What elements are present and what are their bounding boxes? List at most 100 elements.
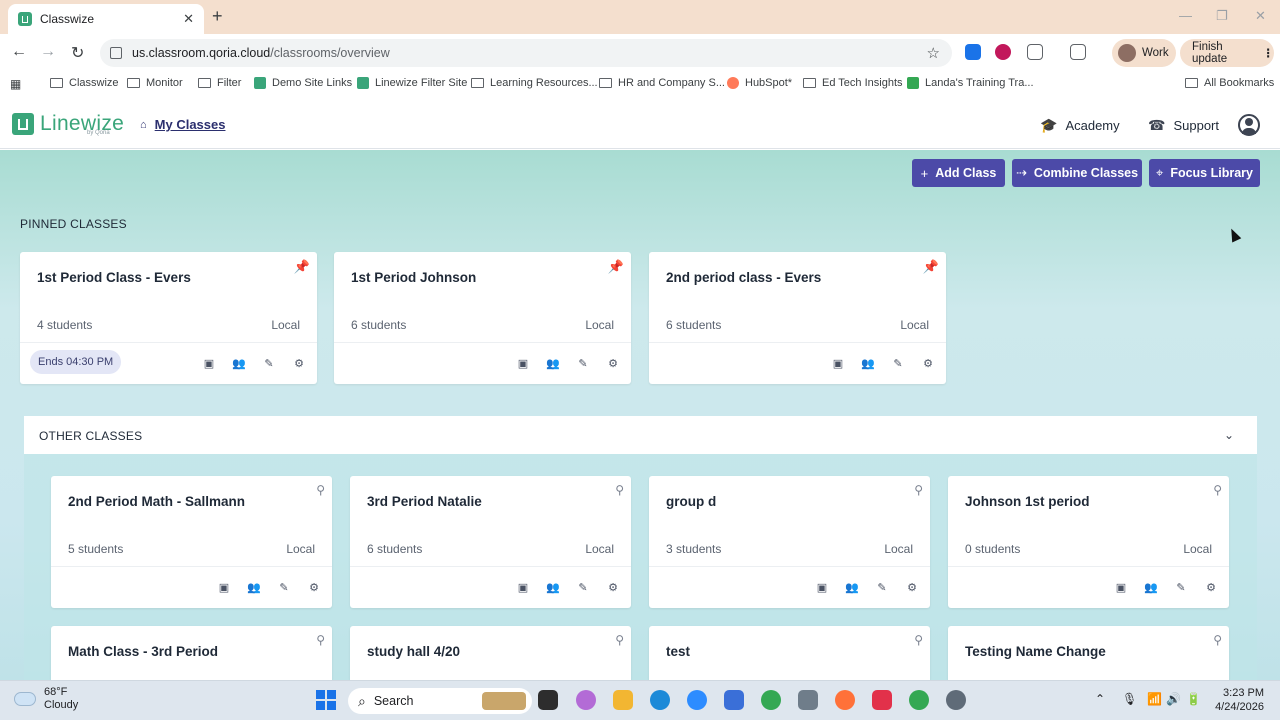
firefox-icon[interactable] (835, 690, 855, 710)
minimize-icon[interactable]: — (1179, 8, 1192, 23)
wifi-icon[interactable]: 📶 (1147, 692, 1162, 706)
gear-icon[interactable]: ⚙ (1201, 577, 1221, 597)
calendar-icon[interactable]: ▣ (1111, 577, 1131, 597)
copilot-icon[interactable] (576, 690, 596, 710)
users-icon[interactable]: 👥 (543, 353, 563, 373)
bookmark-star-icon[interactable]: ☆ (927, 44, 940, 62)
users-icon[interactable]: 👥 (842, 577, 862, 597)
unpinned-icon[interactable]: ⚲ (615, 633, 624, 647)
unpinned-icon[interactable]: ⚲ (615, 483, 624, 497)
users-icon[interactable]: 👥 (244, 577, 264, 597)
tab-search-icon[interactable] (1070, 44, 1086, 60)
edge-icon[interactable] (650, 690, 670, 710)
weather-widget[interactable]: 68°F Cloudy (14, 686, 78, 712)
edit-icon[interactable]: ✎ (573, 577, 593, 597)
pin-icon[interactable]: 📌 (608, 259, 624, 275)
academy-link[interactable]: 🎓 Academy (1040, 117, 1120, 134)
unpinned-icon[interactable]: ⚲ (1213, 483, 1222, 497)
calendar-icon[interactable]: ▣ (812, 577, 832, 597)
bookmark-hr-and-company[interactable]: HR and Company S... (599, 77, 725, 89)
file-explorer-icon[interactable] (613, 690, 633, 710)
app-icon[interactable] (872, 690, 892, 710)
edit-icon[interactable]: ✎ (259, 353, 279, 373)
gear-icon[interactable]: ⚙ (304, 577, 324, 597)
users-icon[interactable]: 👥 (1141, 577, 1161, 597)
unpinned-icon[interactable]: ⚲ (1213, 633, 1222, 647)
unpinned-icon[interactable]: ⚲ (914, 633, 923, 647)
chevron-up-icon[interactable]: ⌃ (1095, 692, 1105, 706)
unpinned-icon[interactable]: ⚲ (914, 483, 923, 497)
unpinned-icon[interactable]: ⚲ (316, 483, 325, 497)
nav-my-classes[interactable]: ⌂ My Classes (140, 117, 225, 132)
address-bar[interactable]: us.classroom.qoria.cloud /classrooms/ove… (100, 39, 952, 67)
gear-icon[interactable]: ⚙ (902, 577, 922, 597)
back-icon[interactable]: ← (11, 43, 27, 61)
site-info-icon[interactable] (110, 47, 122, 59)
forward-icon[interactable]: → (40, 43, 56, 61)
support-link[interactable]: ☎ Support (1148, 117, 1219, 134)
extension-icon[interactable] (965, 44, 981, 60)
new-tab-icon[interactable]: + (212, 6, 223, 27)
chevron-down-icon[interactable]: ⌄ (1224, 428, 1234, 442)
bookmark-monitor[interactable]: Monitor (127, 77, 183, 89)
bookmark-ed-tech-insights[interactable]: Ed Tech Insights (803, 77, 903, 89)
gear-icon[interactable]: ⚙ (289, 353, 309, 373)
bookmark-classwize[interactable]: Classwize (50, 77, 119, 89)
zoom-icon[interactable] (687, 690, 707, 710)
chrome-profile-icon[interactable] (909, 690, 929, 710)
reload-icon[interactable]: ↻ (71, 43, 84, 63)
browser-tab[interactable]: Classwize ✕ (8, 4, 204, 34)
mail-icon[interactable] (724, 690, 744, 710)
calendar-icon[interactable]: ▣ (513, 577, 533, 597)
unpinned-icon[interactable]: ⚲ (316, 633, 325, 647)
class-card[interactable]: test ⚲ (649, 626, 930, 680)
bookmark-hubspot[interactable]: HubSpot* (727, 77, 792, 89)
bookmark-learning-resources[interactable]: Learning Resources... (471, 77, 598, 89)
edit-icon[interactable]: ✎ (888, 353, 908, 373)
class-card[interactable]: 2nd Period Math - Sallmann ⚲ 5 students … (51, 476, 332, 608)
gear-icon[interactable]: ⚙ (918, 353, 938, 373)
calendar-icon[interactable]: ▣ (513, 353, 533, 373)
apps-grid-icon[interactable]: ▦ (10, 77, 21, 91)
calendar-icon[interactable]: ▣ (828, 353, 848, 373)
users-icon[interactable]: 👥 (543, 577, 563, 597)
close-tab-icon[interactable]: ✕ (183, 11, 194, 27)
bookmark-linewize-filter-site[interactable]: Linewize Filter Site (357, 77, 467, 89)
taskbar-search[interactable]: ⌕ Search (348, 688, 532, 714)
settings-icon[interactable] (946, 690, 966, 710)
other-classes-header[interactable] (24, 416, 1257, 454)
finish-update-button[interactable]: Finish update ⋮ (1180, 39, 1274, 67)
focus-library-button[interactable]: ⌖ Focus Library (1149, 159, 1260, 187)
edit-icon[interactable]: ✎ (573, 353, 593, 373)
users-icon[interactable]: 👥 (858, 353, 878, 373)
users-icon[interactable]: 👥 (229, 353, 249, 373)
calendar-icon[interactable]: ▣ (199, 353, 219, 373)
task-view-icon[interactable] (538, 690, 558, 710)
add-class-button[interactable]: + Add Class (912, 159, 1005, 187)
edit-icon[interactable]: ✎ (1171, 577, 1191, 597)
pin-icon[interactable]: 📌 (923, 259, 939, 275)
class-card[interactable]: Testing Name Change ⚲ (948, 626, 1229, 680)
edit-icon[interactable]: ✎ (872, 577, 892, 597)
account-icon[interactable] (1238, 114, 1260, 136)
all-bookmarks[interactable]: All Bookmarks (1185, 77, 1274, 89)
class-card[interactable]: 3rd Period Natalie ⚲ 6 students Local ▣ … (350, 476, 631, 608)
volume-icon[interactable]: 🔊 (1166, 692, 1181, 706)
clock[interactable]: 3:23 PM 4/24/2026 (1206, 686, 1264, 714)
bookmark-filter[interactable]: Filter (198, 77, 241, 89)
gear-icon[interactable]: ⚙ (603, 353, 623, 373)
calendar-icon[interactable]: ▣ (214, 577, 234, 597)
camera-icon[interactable] (798, 690, 818, 710)
linewize-logo[interactable]: Linewize by Qoria (12, 112, 124, 136)
class-card[interactable]: 1st Period Class - Evers 📌 4 students Lo… (20, 252, 317, 384)
battery-icon[interactable]: 🔋 (1186, 692, 1201, 706)
restore-icon[interactable]: ❐ (1216, 8, 1228, 24)
extension-icon[interactable] (995, 44, 1011, 60)
chrome-icon[interactable] (761, 690, 781, 710)
class-card[interactable]: 1st Period Johnson 📌 6 students Local ▣ … (334, 252, 631, 384)
extensions-puzzle-icon[interactable] (1027, 44, 1043, 60)
class-card[interactable]: Johnson 1st period ⚲ 0 students Local ▣ … (948, 476, 1229, 608)
profile-button[interactable]: Work (1112, 39, 1176, 67)
windows-start-icon[interactable] (316, 690, 336, 710)
class-card[interactable]: 2nd period class - Evers 📌 6 students Lo… (649, 252, 946, 384)
